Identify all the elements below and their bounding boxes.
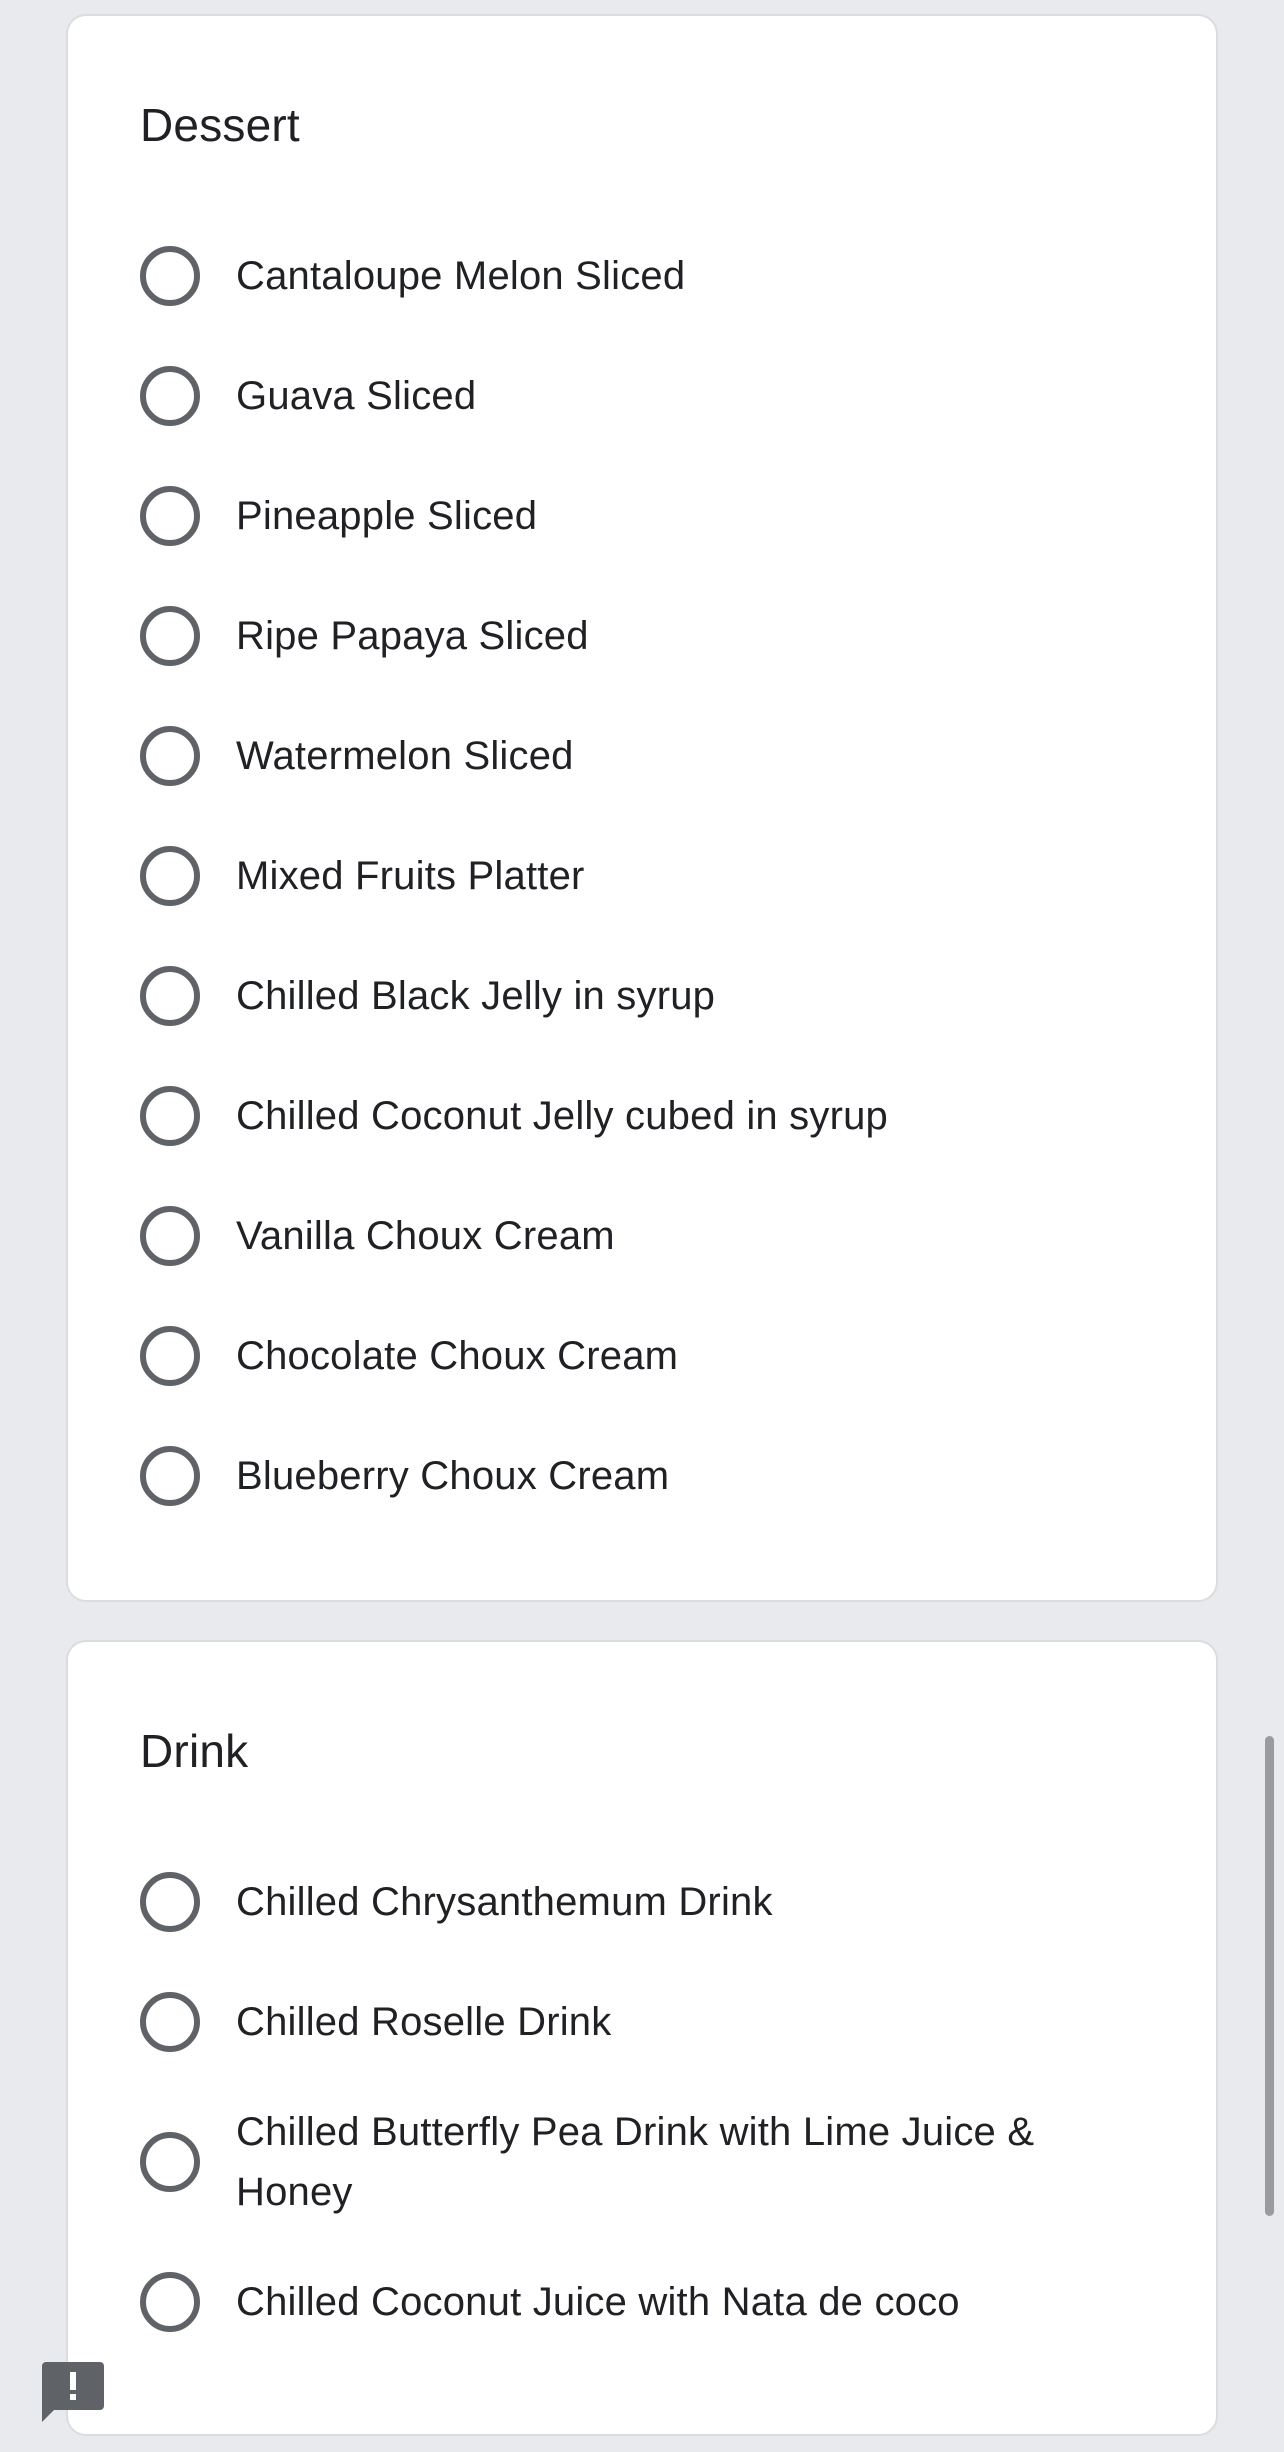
question-title: Dessert (140, 99, 300, 151)
option-label: Chilled Black Jelly in syrup (236, 974, 716, 1018)
radio-option[interactable]: Vanilla Choux Cream (140, 1176, 1156, 1296)
radio-unchecked-icon[interactable] (140, 2272, 200, 2332)
scrollbar-thumb[interactable] (1265, 1736, 1274, 2216)
radio-option[interactable]: Guava Sliced (140, 336, 1156, 456)
radio-option[interactable]: Chilled Coconut Juice with Nata de coco (140, 2242, 1156, 2362)
radio-unchecked-icon[interactable] (140, 366, 200, 426)
radio-unchecked-icon[interactable] (140, 846, 200, 906)
option-label: Chilled Coconut Juice with Nata de coco (236, 2280, 960, 2324)
radio-unchecked-icon[interactable] (140, 2132, 200, 2192)
form-page: Dessert Cantaloupe Melon Sliced Guava Sl… (0, 0, 1284, 2452)
radio-option[interactable]: Mixed Fruits Platter (140, 816, 1156, 936)
question-title: Drink (140, 1725, 249, 1777)
option-label: Pineapple Sliced (236, 494, 538, 538)
option-label: Vanilla Choux Cream (236, 1214, 615, 1258)
radio-unchecked-icon[interactable] (140, 246, 200, 306)
option-label: Chilled Coconut Jelly cubed in syrup (236, 1094, 888, 1138)
option-label: Blueberry Choux Cream (236, 1454, 670, 1498)
radio-group-drink: Chilled Chrysanthemum Drink Chilled Rose… (140, 1842, 1156, 2362)
radio-unchecked-icon[interactable] (140, 1992, 200, 2052)
radio-unchecked-icon[interactable] (140, 966, 200, 1026)
option-label: Guava Sliced (236, 374, 477, 418)
question-card-dessert: Dessert Cantaloupe Melon Sliced Guava Sl… (66, 14, 1218, 1602)
radio-option[interactable]: Pineapple Sliced (140, 456, 1156, 576)
radio-option[interactable]: Chilled Black Jelly in syrup (140, 936, 1156, 1056)
radio-option[interactable]: Chilled Coconut Jelly cubed in syrup (140, 1056, 1156, 1176)
radio-unchecked-icon[interactable] (140, 726, 200, 786)
option-label: Chilled Roselle Drink (236, 2000, 612, 2044)
report-feedback-button[interactable] (42, 2362, 104, 2422)
option-label: Chilled Chrysanthemum Drink (236, 1880, 773, 1924)
option-label: Watermelon Sliced (236, 734, 574, 778)
radio-unchecked-icon[interactable] (140, 1872, 200, 1932)
radio-option[interactable]: Chocolate Choux Cream (140, 1296, 1156, 1416)
radio-unchecked-icon[interactable] (140, 1446, 200, 1506)
radio-unchecked-icon[interactable] (140, 1326, 200, 1386)
option-label: Chilled Butterfly Pea Drink with Lime Ju… (236, 2110, 1035, 2214)
option-label: Chocolate Choux Cream (236, 1334, 679, 1378)
radio-option[interactable]: Cantaloupe Melon Sliced (140, 216, 1156, 336)
option-label: Ripe Papaya Sliced (236, 614, 589, 658)
radio-option[interactable]: Chilled Chrysanthemum Drink (140, 1842, 1156, 1962)
radio-unchecked-icon[interactable] (140, 1206, 200, 1266)
option-label: Cantaloupe Melon Sliced (236, 254, 686, 298)
radio-option[interactable]: Watermelon Sliced (140, 696, 1156, 816)
radio-option[interactable]: Chilled Butterfly Pea Drink with Lime Ju… (140, 2082, 1156, 2242)
option-label: Mixed Fruits Platter (236, 854, 585, 898)
radio-option[interactable]: Ripe Papaya Sliced (140, 576, 1156, 696)
question-card-drink: Drink Chilled Chrysanthemum Drink Chille… (66, 1640, 1218, 2436)
radio-unchecked-icon[interactable] (140, 606, 200, 666)
radio-option[interactable]: Chilled Roselle Drink (140, 1962, 1156, 2082)
report-feedback-icon (42, 2362, 104, 2422)
radio-unchecked-icon[interactable] (140, 1086, 200, 1146)
radio-group-dessert: Cantaloupe Melon Sliced Guava Sliced Pin… (140, 216, 1156, 1536)
radio-option[interactable]: Blueberry Choux Cream (140, 1416, 1156, 1536)
radio-unchecked-icon[interactable] (140, 486, 200, 546)
